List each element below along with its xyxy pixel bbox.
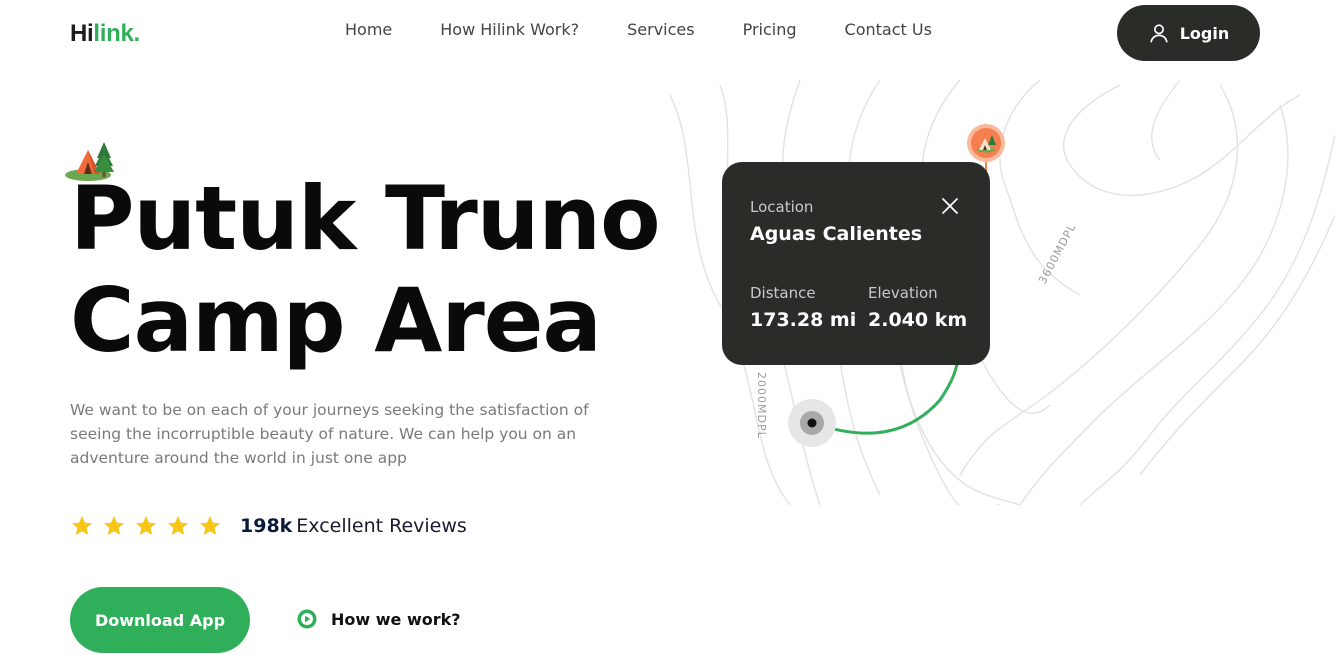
hero-title-line2: Camp Area	[70, 269, 602, 372]
hero-title-line1: Putuk Truno	[70, 167, 661, 270]
reviews-row: 198k Excellent Reviews	[70, 514, 467, 538]
login-button[interactable]: Login	[1117, 5, 1260, 61]
logo-prefix: Hi	[70, 20, 94, 47]
user-icon	[1150, 24, 1168, 43]
distance-label: Distance	[750, 284, 816, 302]
rating-stars	[70, 514, 222, 538]
elevation-value: 2.040 km	[868, 309, 968, 331]
star-icon	[136, 516, 156, 535]
play-icon	[297, 609, 317, 629]
distance-value: 173.28 mi	[750, 309, 857, 331]
logo-suffix: link.	[93, 20, 140, 47]
star-icon	[72, 516, 92, 535]
location-label: Location	[750, 198, 814, 216]
close-icon[interactable]	[940, 196, 960, 216]
nav-item-how-it-works[interactable]: How Hilink Work?	[440, 20, 579, 39]
star-icon	[200, 516, 220, 535]
download-app-button[interactable]: Download App	[70, 587, 250, 653]
brand-logo[interactable]: Hilink.	[70, 20, 140, 48]
altitude-label-2000: 2000MDPL	[755, 372, 768, 439]
nav-item-pricing[interactable]: Pricing	[743, 20, 797, 39]
nav-item-home[interactable]: Home	[345, 20, 392, 39]
location-value: Aguas Calientes	[750, 223, 923, 245]
reviews-label: Excellent Reviews	[296, 515, 467, 537]
how-we-work-label: How we work?	[331, 609, 461, 629]
reviews-count: 198k	[240, 515, 293, 537]
hero-description: We want to be on each of your journeys s…	[70, 401, 589, 467]
route-start-marker[interactable]	[787, 398, 837, 448]
nav-item-contact[interactable]: Contact Us	[845, 20, 932, 39]
elevation-label: Elevation	[868, 284, 938, 302]
star-icon	[104, 516, 124, 535]
location-info-card: Location Aguas Calientes Distance 173.28…	[722, 162, 990, 365]
main-nav: Home How Hilink Work? Services Pricing C…	[345, 20, 932, 39]
how-we-work-link[interactable]: How we work?	[297, 609, 461, 629]
login-label: Login	[1179, 23, 1230, 43]
nav-item-services[interactable]: Services	[627, 20, 694, 39]
hero-title: Putuk Truno Camp Area	[70, 167, 661, 372]
star-icon	[168, 516, 188, 535]
